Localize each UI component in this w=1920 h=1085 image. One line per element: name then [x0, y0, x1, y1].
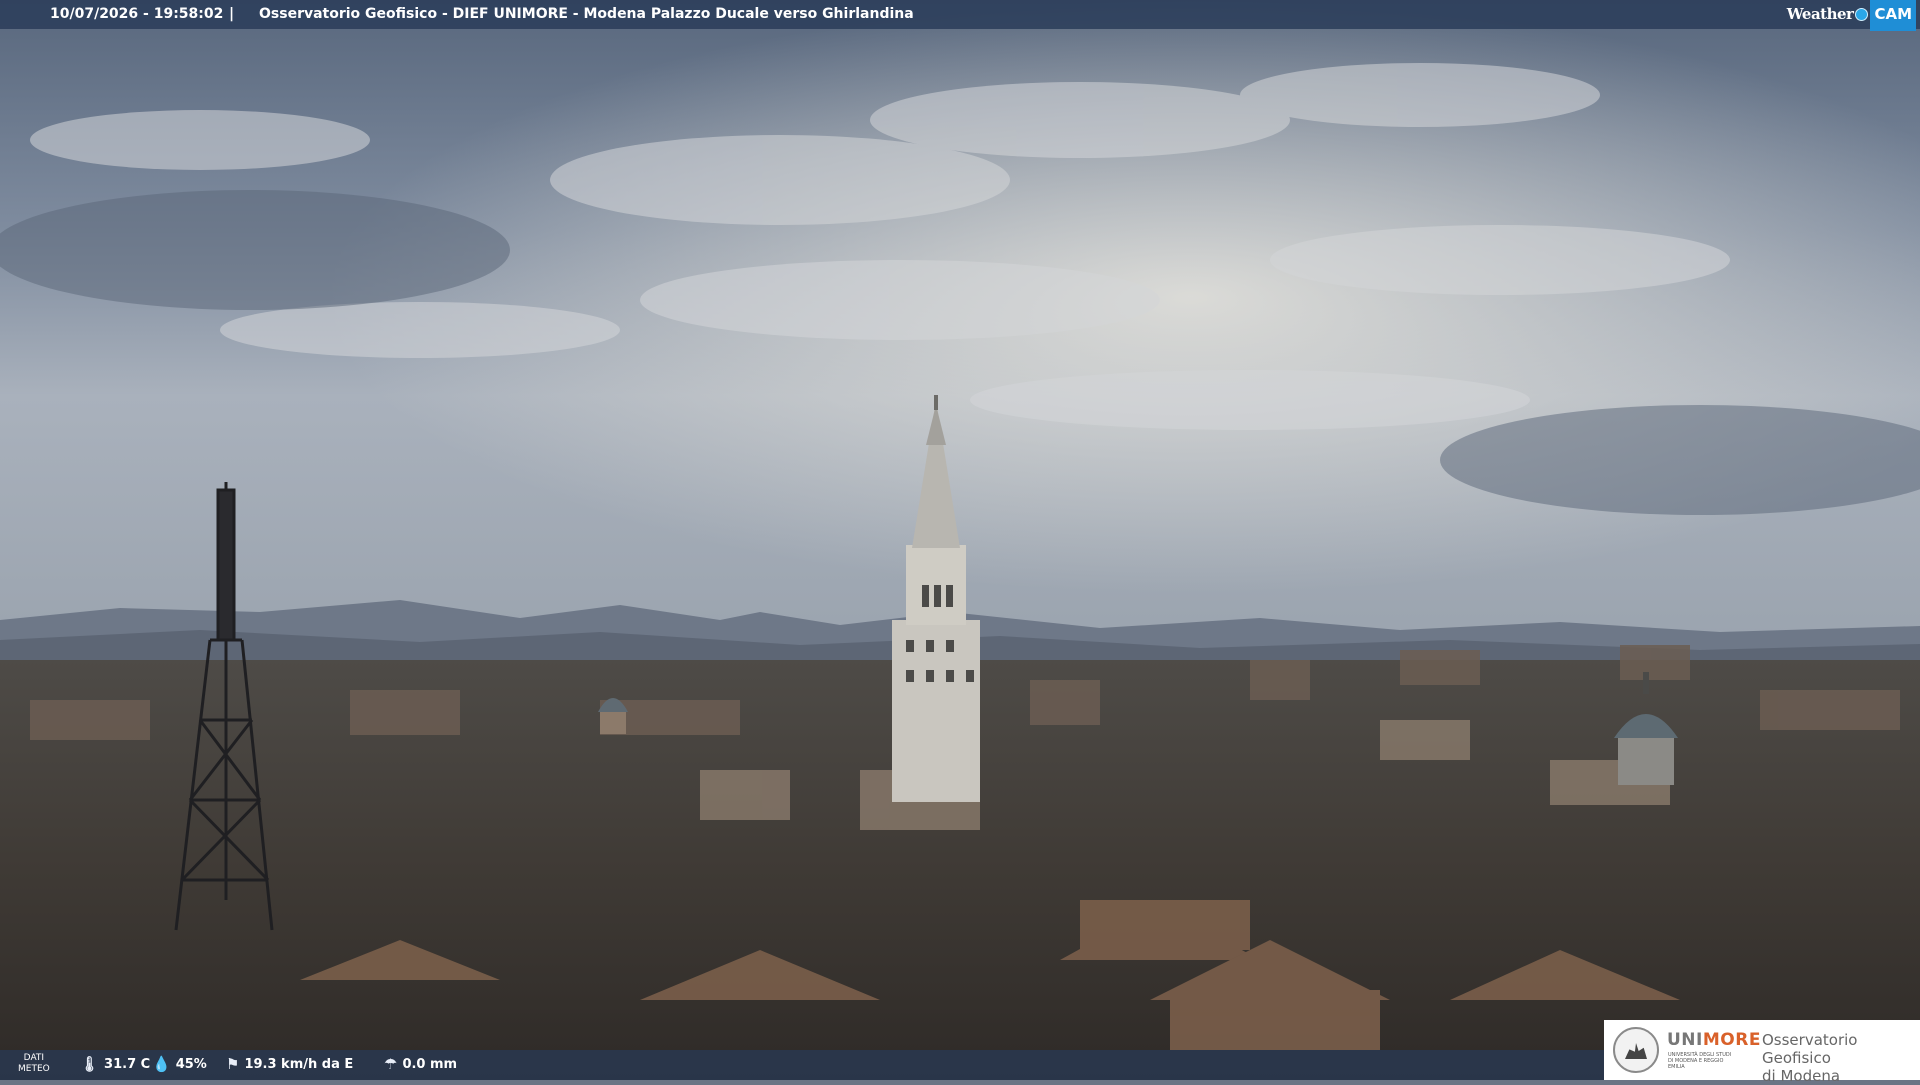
top-caption-bar: 10/07/2026 - 19:58:02 | Osservatorio Geo…	[0, 0, 1920, 31]
wind-value: 19.3 km/h da E	[244, 1057, 354, 1072]
separator: |	[229, 6, 235, 22]
unimore-observatory-logo: UNIMORE UNIVERSITÀ DEGLI STUDI DI MODENA…	[1604, 1020, 1920, 1085]
camera-title: Osservatorio Geofisico - DIEF UNIMORE - …	[259, 6, 914, 22]
wind-reading: ⚑ 19.3 km/h da E	[226, 1055, 354, 1073]
thermometer-icon: 🌡	[80, 1055, 100, 1073]
humidity-drop-icon: 💧	[152, 1055, 171, 1073]
humidity-reading: 💧 45%	[152, 1055, 207, 1073]
temperature-value: 31.7 C	[104, 1057, 151, 1072]
rain-reading: ☂ 0.0 mm	[384, 1055, 458, 1073]
wind-sock-icon: ⚑	[226, 1055, 240, 1073]
humidity-value: 45%	[175, 1057, 207, 1072]
rain-value: 0.0 mm	[402, 1057, 458, 1072]
weather-data-label: DATI METEO	[18, 1053, 50, 1074]
temperature-reading: 🌡 31.7 C	[80, 1055, 151, 1073]
rain-umbrella-icon: ☂	[384, 1055, 398, 1073]
brand-dot-icon	[1855, 8, 1869, 21]
weathercam-logo: Weather CAM	[1786, 0, 1920, 31]
unimore-subtitle: UNIVERSITÀ DEGLI STUDI DI MODENA E REGGI…	[1668, 1052, 1732, 1070]
timestamp: 10/07/2026 - 19:58:02	[50, 6, 224, 22]
observatory-name: Osservatorio Geofisico di Modena	[1762, 1031, 1858, 1085]
unimore-wordmark: UNIMORE	[1667, 1030, 1761, 1050]
webcam-scene	[0, 0, 1920, 1080]
brand-weather: Weather	[1786, 5, 1854, 23]
brand-cam: CAM	[1870, 0, 1916, 31]
university-seal-icon	[1613, 1027, 1659, 1073]
